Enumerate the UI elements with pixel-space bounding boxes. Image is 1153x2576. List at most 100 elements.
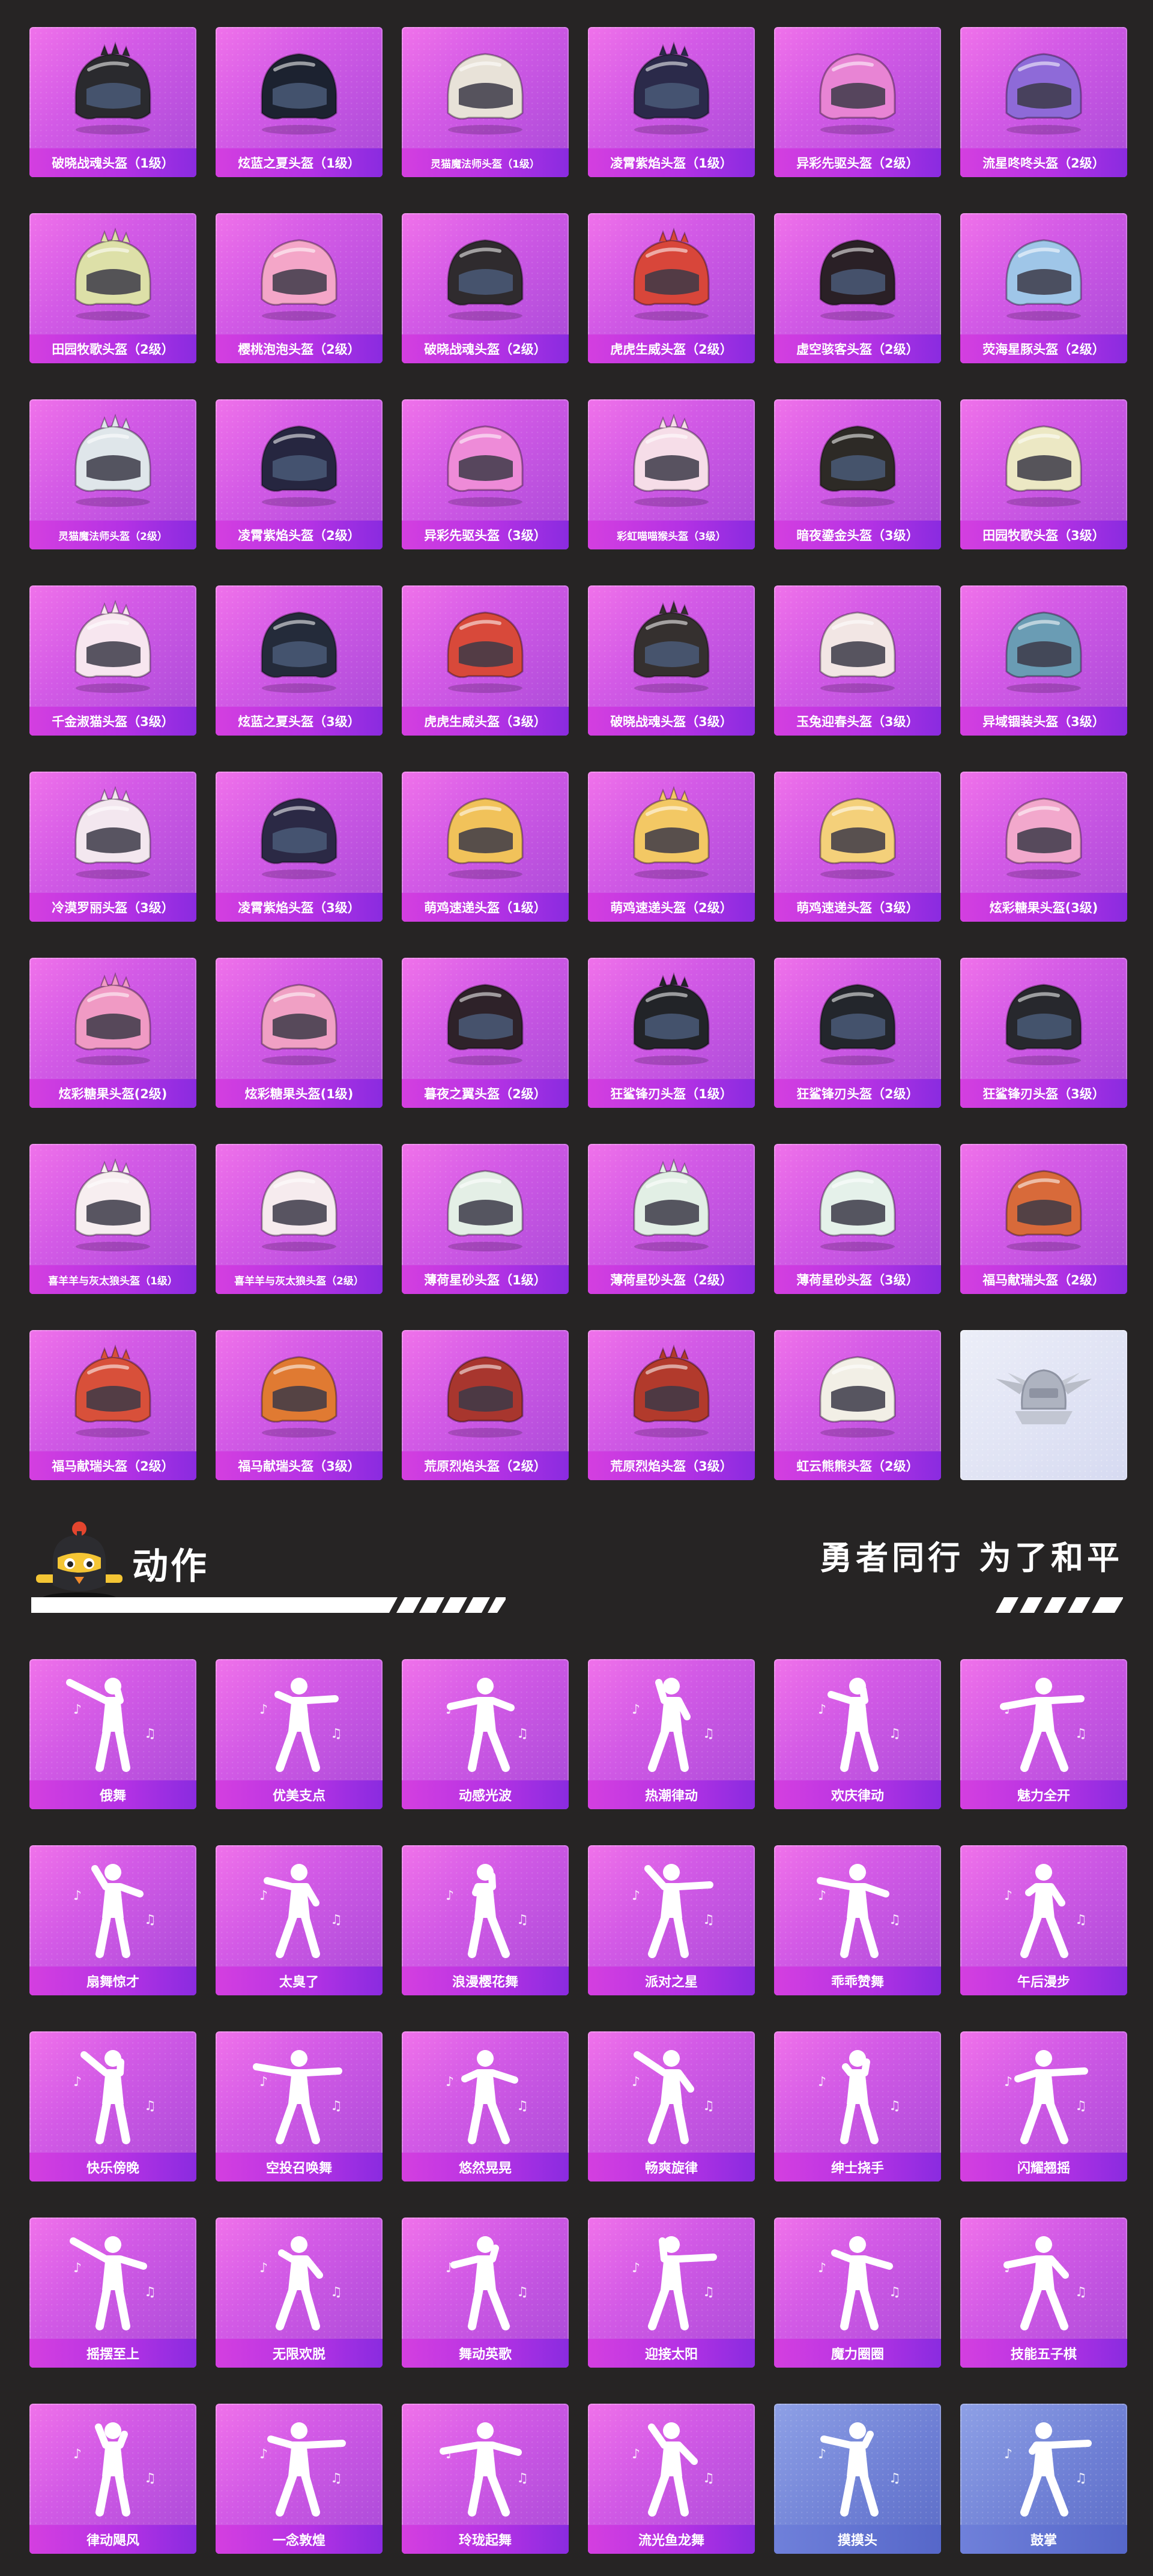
helmet-card[interactable]: 彩虹喵喵猴头盔（3级） xyxy=(588,399,755,549)
emote-card[interactable]: ♪ ♫ 畅爽旋律 xyxy=(588,2031,755,2181)
helmet-card[interactable]: 炫彩糖果头盔(2级) xyxy=(29,958,196,1108)
helmet-card[interactable]: 荒原烈焰头盔（3级） xyxy=(588,1330,755,1480)
helmet-card[interactable]: 玉兔迎春头盔（3级） xyxy=(774,585,941,736)
helmet-card[interactable]: 流星咚咚头盔（2级） xyxy=(960,27,1127,177)
emote-card[interactable]: ♪ ♫ 悠然晃晃 xyxy=(402,2031,569,2181)
helmet-card[interactable]: 异域锢装头盔（3级） xyxy=(960,585,1127,736)
card-art: ♪ ♫ xyxy=(960,2031,1127,2153)
emote-card[interactable]: ♪ ♫ 快乐傍晚 xyxy=(29,2031,196,2181)
helmet-card[interactable]: 福马献瑞头盔（2级） xyxy=(960,1144,1127,1294)
helmet-card[interactable]: 薄荷星砂头盔（3级） xyxy=(774,1144,941,1294)
helmet-card[interactable]: 喜羊羊与灰太狼头盔（1级） xyxy=(29,1144,196,1294)
emote-card[interactable]: ♪ ♫ 太臭了 xyxy=(216,1845,383,1995)
helmet-card[interactable]: 喜羊羊与灰太狼头盔（2级） xyxy=(216,1144,383,1294)
card-art xyxy=(216,27,383,148)
helmet-card[interactable]: 炫彩糖果头盔(1级) xyxy=(216,958,383,1108)
helmet-card[interactable]: 虹云熊熊头盔（2级） xyxy=(774,1330,941,1480)
helmet-icon xyxy=(1005,53,1082,135)
emote-name: 迎接太阳 xyxy=(588,2339,755,2368)
helmet-card[interactable]: 萌鸡速递头盔（3级） xyxy=(774,772,941,922)
helmet-card[interactable]: 福马献瑞头盔（2级） xyxy=(29,1330,196,1480)
emote-card[interactable]: ♪ ♫ 迎接太阳 xyxy=(588,2218,755,2368)
helmet-card[interactable]: 虎虎生威头盔（2级） xyxy=(588,213,755,363)
helmet-card[interactable]: 炫蓝之夏头盔（3级） xyxy=(216,585,383,736)
helmet-card[interactable]: 破晓战魂头盔（1级） xyxy=(29,27,196,177)
card-art xyxy=(216,772,383,893)
emote-card[interactable]: ♪ ♫ 午后漫步 xyxy=(960,1845,1127,1995)
helmet-card[interactable]: 暮夜之翼头盔（2级） xyxy=(402,958,569,1108)
helmet-card[interactable]: 炫蓝之夏头盔（1级） xyxy=(216,27,383,177)
emote-name: 绅士挠手 xyxy=(774,2153,941,2181)
helmet-card[interactable]: 荧海星豚头盔（2级） xyxy=(960,213,1127,363)
emote-card[interactable]: ♪ ♫ 舞动英歌 xyxy=(402,2218,569,2368)
helmet-card[interactable]: 破晓战魂头盔（3级） xyxy=(588,585,755,736)
helmet-card[interactable]: 萌鸡速递头盔（2级） xyxy=(588,772,755,922)
svg-text:♪: ♪ xyxy=(73,2447,82,2462)
emote-card[interactable]: ♪ ♫ 俄舞 xyxy=(29,1659,196,1809)
helmet-card[interactable]: 凌霄紫焰头盔（1级） xyxy=(588,27,755,177)
emote-card[interactable]: ♪ ♫ 动感光波 xyxy=(402,1659,569,1809)
emote-card[interactable]: ♪ ♫ 玲珑起舞 xyxy=(402,2404,569,2554)
emote-card[interactable]: ♪ ♫ 魅力全开 xyxy=(960,1659,1127,1809)
emblem-card[interactable] xyxy=(960,1330,1127,1480)
helmet-card[interactable]: 薄荷星砂头盔（2级） xyxy=(588,1144,755,1294)
emote-card[interactable]: ♪ ♫ 无限欢脱 xyxy=(216,2218,383,2368)
emote-grid: ♪ ♫ 俄舞 ♪ ♫ 优美支点 ♪ ♫ 动感光波 ♪ ♫ 热潮律动 ♪ ♫ 欢庆律动 ♪ ♫ 魅力全开 ♪ ♫ 扇舞惊才… xyxy=(29,1659,1128,2554)
helmet-card[interactable]: 田园牧歌头盔（3级） xyxy=(960,399,1127,549)
emote-card[interactable]: ♪ ♫ 热潮律动 xyxy=(588,1659,755,1809)
emote-name: 热潮律动 xyxy=(588,1780,755,1809)
card-art xyxy=(402,772,569,893)
helmet-name: 破晓战魂头盔（3级） xyxy=(588,707,755,736)
helmet-card[interactable]: 千金淑猫头盔（3级） xyxy=(29,585,196,736)
emote-card[interactable]: ♪ ♫ 摇摆至上 xyxy=(29,2218,196,2368)
card-art xyxy=(588,27,755,148)
emote-card[interactable]: ♪ ♫ 扇舞惊才 xyxy=(29,1845,196,1995)
helmet-card[interactable]: 田园牧歌头盔（2级） xyxy=(29,213,196,363)
helmet-card[interactable]: 破晓战魂头盔（2级） xyxy=(402,213,569,363)
helmet-card[interactable]: 凌霄紫焰头盔（3级） xyxy=(216,772,383,922)
emote-card[interactable]: ♪ ♫ 一念敦煌 xyxy=(216,2404,383,2554)
emote-card[interactable]: ♪ ♫ 技能五子棋 xyxy=(960,2218,1127,2368)
dancer-silhouette-icon: ♪♫ xyxy=(632,1864,715,1958)
emote-card[interactable]: ♪ ♫ 魔力圈圈 xyxy=(774,2218,941,2368)
emote-card[interactable]: ♪ ♫ 派对之星 xyxy=(588,1845,755,1995)
helmet-card[interactable]: 虚空骇客头盔（2级） xyxy=(774,213,941,363)
emote-name: 悠然晃晃 xyxy=(402,2153,569,2181)
helmet-card[interactable]: 虎虎生威头盔（3级） xyxy=(402,585,569,736)
helmet-card[interactable]: 荒原烈焰头盔（2级） xyxy=(402,1330,569,1480)
emote-card[interactable]: ♪ ♫ 鼓掌 xyxy=(960,2404,1127,2554)
helmet-card[interactable]: 冷漠罗丽头盔（3级） xyxy=(29,772,196,922)
helmet-card[interactable]: 暗夜鎏金头盔（3级） xyxy=(774,399,941,549)
svg-text:♫: ♫ xyxy=(703,1726,715,1741)
emote-card[interactable]: ♪ ♫ 乖乖赞舞 xyxy=(774,1845,941,1995)
helmet-card[interactable]: 异彩先驱头盔（2级） xyxy=(774,27,941,177)
emote-card[interactable]: ♪ ♫ 欢庆律动 xyxy=(774,1659,941,1809)
helmet-card[interactable]: 灵猫魔法师头盔（2级） xyxy=(29,399,196,549)
helmet-card[interactable]: 狂鲨锋刃头盔（2级） xyxy=(774,958,941,1108)
emote-card[interactable]: ♪ ♫ 空投召唤舞 xyxy=(216,2031,383,2181)
emote-card[interactable]: ♪ ♫ 律动飓风 xyxy=(29,2404,196,2554)
helmet-card[interactable]: 福马献瑞头盔（3级） xyxy=(216,1330,383,1480)
svg-text:♫: ♫ xyxy=(889,2285,901,2300)
emote-card[interactable]: ♪ ♫ 优美支点 xyxy=(216,1659,383,1809)
helmet-card[interactable]: 凌霄紫焰头盔（2级） xyxy=(216,399,383,549)
helmet-name: 荒原烈焰头盔（2级） xyxy=(402,1451,569,1480)
helmet-card[interactable]: 狂鲨锋刃头盔（1级） xyxy=(588,958,755,1108)
helmet-card[interactable]: 灵猫魔法师头盔（1级） xyxy=(402,27,569,177)
helmet-card[interactable]: 异彩先驱头盔（3级） xyxy=(402,399,569,549)
helmet-icon xyxy=(633,599,710,693)
helmet-card[interactable]: 炫彩糖果头盔(3级) xyxy=(960,772,1127,922)
helmet-card[interactable]: 狂鲨锋刃头盔（3级） xyxy=(960,958,1127,1108)
helmet-card[interactable]: 薄荷星砂头盔（1级） xyxy=(402,1144,569,1294)
emote-card[interactable]: ♪ ♫ 摸摸头 xyxy=(774,2404,941,2554)
helmet-name: 炫彩糖果头盔(2级) xyxy=(29,1079,196,1108)
helmet-card[interactable]: 萌鸡速递头盔（1级） xyxy=(402,772,569,922)
emote-card[interactable]: ♪ ♫ 绅士挠手 xyxy=(774,2031,941,2181)
helmet-card[interactable]: 樱桃泡泡头盔（2级） xyxy=(216,213,383,363)
emote-card[interactable]: ♪ ♫ 流光鱼龙舞 xyxy=(588,2404,755,2554)
helmet-name: 薄荷星砂头盔（1级） xyxy=(402,1265,569,1294)
card-art xyxy=(960,213,1127,334)
emote-card[interactable]: ♪ ♫ 闪耀翘摇 xyxy=(960,2031,1127,2181)
emote-card[interactable]: ♪ ♫ 浪漫樱花舞 xyxy=(402,1845,569,1995)
dancer-silhouette-icon: ♪♫ xyxy=(253,2050,342,2144)
